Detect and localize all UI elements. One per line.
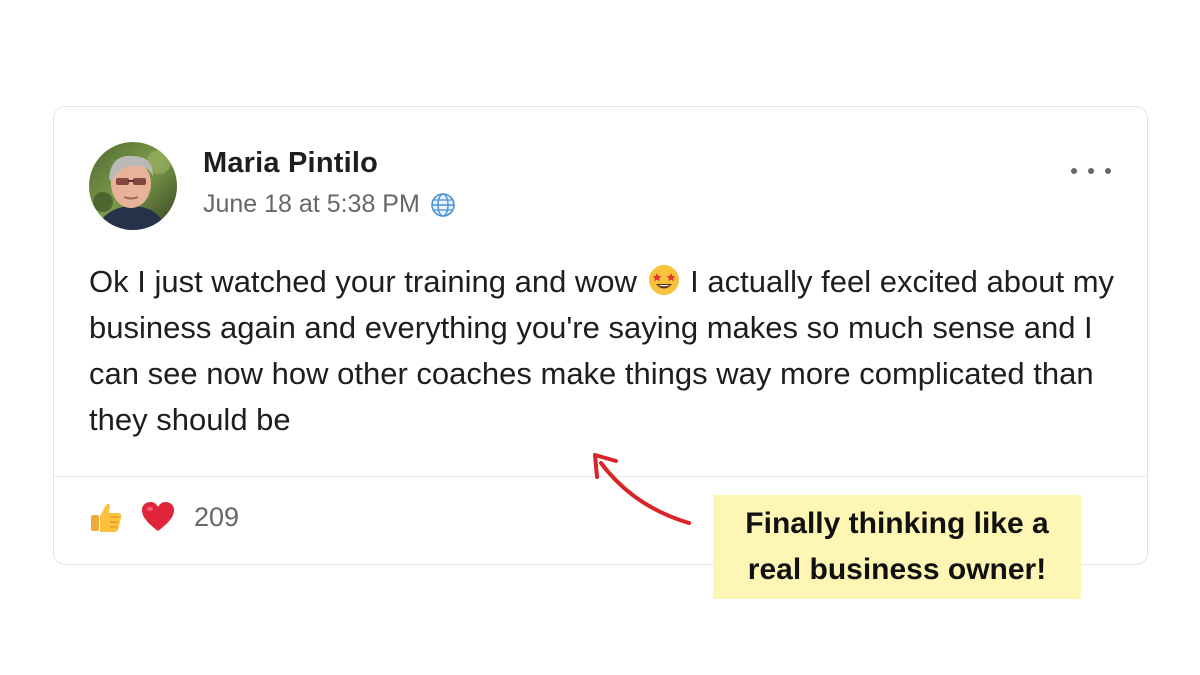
callout-box: Finally thinking like a real business ow… — [713, 495, 1081, 599]
heart-icon — [142, 502, 174, 531]
post-text: Ok I just watched your training and wow … — [89, 259, 1119, 443]
post-timestamp[interactable]: June 18 at 5:38 PM — [203, 190, 420, 219]
post-meta: June 18 at 5:38 PM — [203, 190, 456, 219]
post-text-part-1: Ok I just watched your training and wow — [89, 264, 646, 299]
thumbs-up-icon — [91, 503, 122, 532]
avatar[interactable] — [89, 142, 177, 230]
more-options-button[interactable] — [1071, 159, 1111, 183]
globe-icon — [431, 192, 455, 217]
callout-line-1: Finally thinking like a — [745, 507, 1049, 540]
reactions-bar[interactable]: 209 — [88, 499, 239, 535]
callout-arrow-icon — [593, 453, 691, 525]
stage: Maria Pintilo June 18 at 5:38 PM Ok I ju… — [0, 0, 1200, 675]
callout-line-2: real business owner! — [747, 553, 1047, 586]
star-struck-emoji-icon — [648, 265, 679, 295]
more-options-icon — [1071, 168, 1077, 174]
reaction-count: 209 — [194, 501, 240, 532]
author-name[interactable]: Maria Pintilo — [203, 147, 378, 180]
